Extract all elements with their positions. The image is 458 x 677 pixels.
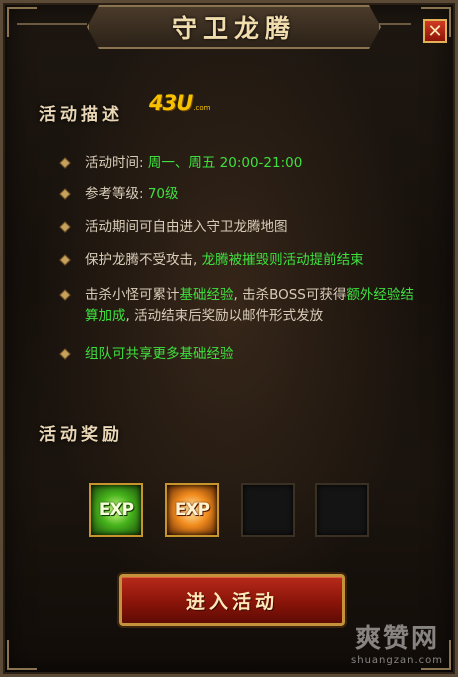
list-item: 组队可共享更多基础经验: [59, 344, 234, 365]
item-text: 活动时间: 周一、周五 20:00-21:00: [85, 155, 302, 171]
watermark-sub: shuangzan.com: [351, 655, 443, 666]
diamond-bullet-icon: [59, 348, 71, 360]
exp-green-icon: EXP: [98, 500, 134, 520]
reward-section-title: 活动奖励: [39, 425, 123, 445]
item-text: 参考等级: 70级: [85, 186, 179, 202]
plain-text: , 击杀BOSS可获得: [233, 287, 347, 303]
title-divider: [17, 23, 87, 25]
enter-activity-button[interactable]: 进入活动: [119, 574, 345, 626]
plain-text: 活动期间可自由进入守卫龙腾地图: [85, 219, 288, 235]
title-plate: 守卫龙腾: [87, 5, 381, 49]
item-text: 保护龙腾不受攻击, 龙腾被摧毁则活动提前结束: [85, 252, 364, 268]
panel-title: 守卫龙腾: [171, 14, 296, 43]
enter-activity-label: 进入活动: [185, 590, 278, 613]
plain-text: 保护龙腾不受攻击,: [85, 252, 202, 268]
reward-slot-empty: [241, 483, 295, 537]
highlight-text: 70级: [147, 186, 179, 202]
highlight-text: 周一、周五 20:00-21:00: [147, 155, 303, 171]
list-item: 活动期间可自由进入守卫龙腾地图: [59, 217, 288, 238]
corner-ornament: [7, 640, 37, 670]
plain-text: 参考等级:: [85, 186, 148, 202]
exp-orange-icon: EXP: [174, 500, 210, 520]
item-text: 组队可共享更多基础经验: [85, 346, 234, 362]
activity-panel: 守卫龙腾 ✕ 活动描述 43U .com 活动时间: 周一、周五 20:00-2…: [0, 0, 458, 677]
close-icon: ✕: [427, 21, 443, 42]
description-section-title: 活动描述: [39, 105, 123, 125]
diamond-bullet-icon: [59, 157, 71, 169]
watermark: 爽赞网 shuangzan.com: [351, 618, 443, 666]
reward-slot[interactable]: EXP: [165, 483, 219, 537]
watermark-main: 爽赞网: [355, 624, 440, 654]
logo-sub-text: .com: [193, 104, 211, 112]
list-item: 击杀小怪可累计基础经验, 击杀BOSS可获得额外经验结算加成, 活动结束后奖励以…: [59, 285, 425, 327]
plain-text: , 活动结束后奖励以邮件形式发放: [125, 308, 324, 324]
item-text: 活动期间可自由进入守卫龙腾地图: [85, 219, 288, 235]
plain-text: 活动时间:: [85, 155, 148, 171]
diamond-bullet-icon: [59, 188, 71, 200]
highlight-text: 组队可共享更多基础经验: [85, 346, 234, 362]
diamond-bullet-icon: [59, 254, 71, 266]
list-item: 保护龙腾不受攻击, 龙腾被摧毁则活动提前结束: [59, 250, 364, 271]
logo-main-text: 43U: [149, 91, 193, 115]
diamond-bullet-icon: [59, 289, 71, 301]
reward-slot-empty: [315, 483, 369, 537]
close-button[interactable]: ✕: [423, 19, 447, 43]
highlight-text: 基础经验: [179, 287, 234, 303]
diamond-bullet-icon: [59, 221, 71, 233]
reward-slot[interactable]: EXP: [89, 483, 143, 537]
corner-ornament: [7, 7, 37, 37]
list-item: 活动时间: 周一、周五 20:00-21:00: [59, 153, 302, 174]
plain-text: 击杀小怪可累计: [85, 287, 180, 303]
item-text: 击杀小怪可累计基础经验, 击杀BOSS可获得额外经验结算加成, 活动结束后奖励以…: [85, 287, 414, 324]
highlight-text: 龙腾被摧毁则活动提前结束: [201, 252, 364, 268]
site-logo: 43U .com: [149, 91, 210, 115]
list-item: 参考等级: 70级: [59, 184, 179, 205]
